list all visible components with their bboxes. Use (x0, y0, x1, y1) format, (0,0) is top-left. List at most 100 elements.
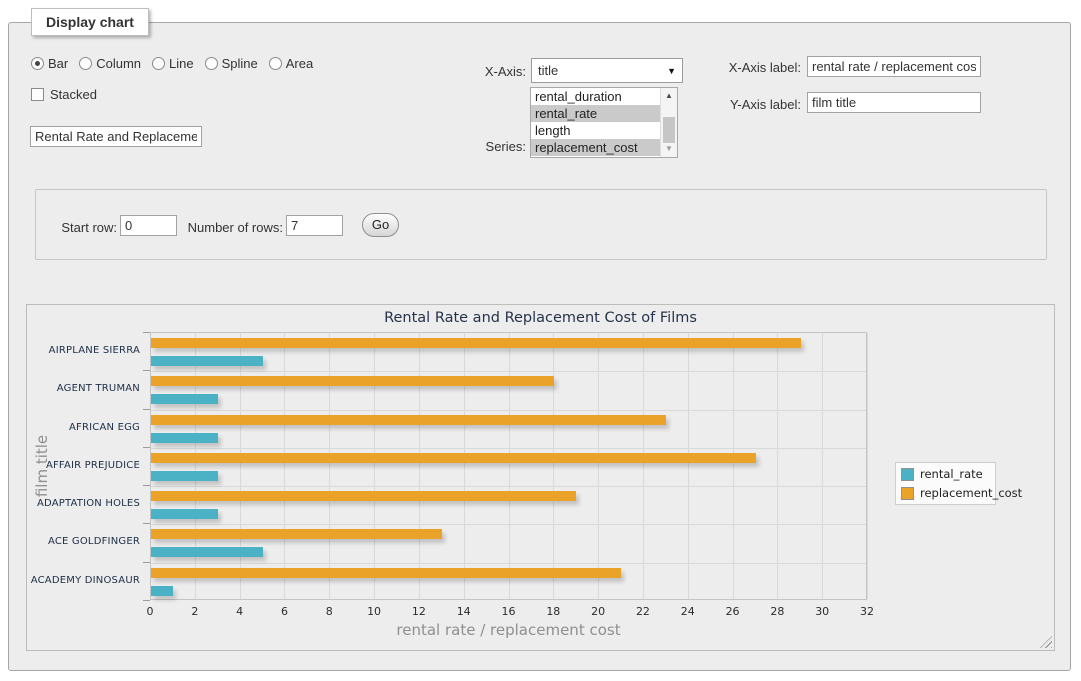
fieldset-legend: Display chart (31, 8, 149, 36)
series-option-replacement_cost[interactable]: replacement_cost (531, 139, 660, 156)
gridline (733, 333, 734, 599)
bar-replacement_cost (151, 529, 442, 539)
category-label: AFRICAN EGG (27, 409, 140, 447)
chart-type-option-label: Bar (48, 56, 68, 71)
radio-icon[interactable] (269, 57, 282, 70)
x-tick-label: 8 (312, 605, 346, 618)
gridline (284, 333, 285, 599)
resize-handle-icon[interactable] (1040, 636, 1052, 648)
category-label: AGENT TRUMAN (27, 370, 140, 408)
rows-panel: Start row: Number of rows: Go (35, 189, 1047, 260)
legend-label: replacement_cost (920, 486, 1022, 500)
y-axis-label-input[interactable] (807, 92, 981, 113)
start-row-input[interactable] (120, 215, 177, 236)
bar-rental_rate (151, 586, 173, 596)
bar-replacement_cost (151, 415, 666, 425)
legend-label: rental_rate (920, 467, 983, 481)
bar-replacement_cost (151, 491, 576, 501)
bar-rental_rate (151, 433, 218, 443)
chart-type-option-label: Line (169, 56, 194, 71)
gridline (553, 333, 554, 599)
chart-type-option-label: Column (96, 56, 141, 71)
bar-replacement_cost (151, 568, 621, 578)
radio-icon[interactable] (79, 57, 92, 70)
bar-rental_rate (151, 547, 263, 557)
gridline (374, 333, 375, 599)
radio-icon[interactable] (31, 57, 44, 70)
category-label: ACE GOLDFINGER (27, 523, 140, 561)
category-label: AFFAIR PREJUDICE (27, 447, 140, 485)
bar-rental_rate (151, 394, 218, 404)
x-tick-label: 16 (492, 605, 526, 618)
gridline (419, 333, 420, 599)
stacked-label: Stacked (50, 87, 97, 102)
stacked-checkbox[interactable] (31, 88, 44, 101)
bar-rental_rate (151, 471, 218, 481)
x-axis-select[interactable]: title ▼ (531, 58, 683, 83)
x-axis-label-input[interactable] (807, 56, 981, 77)
gridline (240, 333, 241, 599)
category-label: AIRPLANE SIERRA (27, 332, 140, 370)
stacked-option[interactable]: Stacked (31, 87, 97, 102)
chart-type-column[interactable]: Column (79, 56, 141, 71)
x-axis-select-label: X-Axis: (446, 64, 526, 79)
series-label: Series: (446, 139, 526, 154)
scroll-down-icon[interactable]: ▼ (661, 141, 677, 157)
y-tick-mark (143, 332, 150, 333)
gridline (151, 486, 866, 487)
x-tick-label: 22 (626, 605, 660, 618)
listbox-scrollbar[interactable]: ▲ ▼ (660, 88, 677, 157)
scrollbar-thumb[interactable] (663, 117, 675, 143)
x-tick-label: 20 (581, 605, 615, 618)
bar-replacement_cost (151, 376, 554, 386)
chart-type-area[interactable]: Area (269, 56, 313, 71)
gridline (643, 333, 644, 599)
x-tick-label: 0 (133, 605, 167, 618)
gridline (151, 371, 866, 372)
number-of-rows-label: Number of rows: (185, 220, 283, 235)
gridline (509, 333, 510, 599)
start-row-label: Start row: (54, 220, 117, 235)
scroll-up-icon[interactable]: ▲ (661, 88, 677, 104)
series-listbox[interactable]: rental_durationrental_ratelengthreplacem… (530, 87, 678, 158)
y-tick-mark (143, 562, 150, 563)
bar-replacement_cost (151, 453, 756, 463)
go-button[interactable]: Go (362, 213, 399, 237)
chart-type-option-label: Spline (222, 56, 258, 71)
series-option-rental_rate[interactable]: rental_rate (531, 105, 660, 122)
category-label: ACADEMY DINOSAUR (27, 562, 140, 600)
y-tick-mark (143, 523, 150, 524)
x-tick-label: 30 (805, 605, 839, 618)
gridline (151, 448, 866, 449)
display-chart-fieldset: Display chart BarColumnLineSplineArea St… (8, 22, 1071, 671)
chart-type-line[interactable]: Line (152, 56, 194, 71)
bar-rental_rate (151, 356, 263, 366)
gridline (598, 333, 599, 599)
chart-title-input[interactable] (30, 126, 202, 147)
radio-icon[interactable] (205, 57, 218, 70)
y-tick-mark (143, 447, 150, 448)
gridline (464, 333, 465, 599)
chevron-down-icon: ▼ (667, 66, 676, 76)
series-option-rental_duration[interactable]: rental_duration (531, 88, 660, 105)
chart-type-bar[interactable]: Bar (31, 56, 68, 71)
x-tick-label: 32 (850, 605, 884, 618)
x-tick-label: 28 (760, 605, 794, 618)
gridline (867, 333, 868, 599)
chart-type-spline[interactable]: Spline (205, 56, 258, 71)
x-axis-select-value: title (538, 63, 667, 78)
legend-entry: replacement_cost (901, 486, 990, 500)
bar-rental_rate (151, 509, 218, 519)
radio-icon[interactable] (152, 57, 165, 70)
plot-area (150, 332, 867, 600)
chart-x-axis-label: rental rate / replacement cost (150, 621, 867, 639)
x-tick-label: 18 (536, 605, 570, 618)
bar-replacement_cost (151, 338, 801, 348)
x-tick-label: 14 (447, 605, 481, 618)
x-tick-label: 2 (178, 605, 212, 618)
number-of-rows-input[interactable] (286, 215, 343, 236)
y-tick-mark (143, 600, 150, 601)
series-option-length[interactable]: length (531, 122, 660, 139)
x-tick-label: 26 (716, 605, 750, 618)
gridline (195, 333, 196, 599)
